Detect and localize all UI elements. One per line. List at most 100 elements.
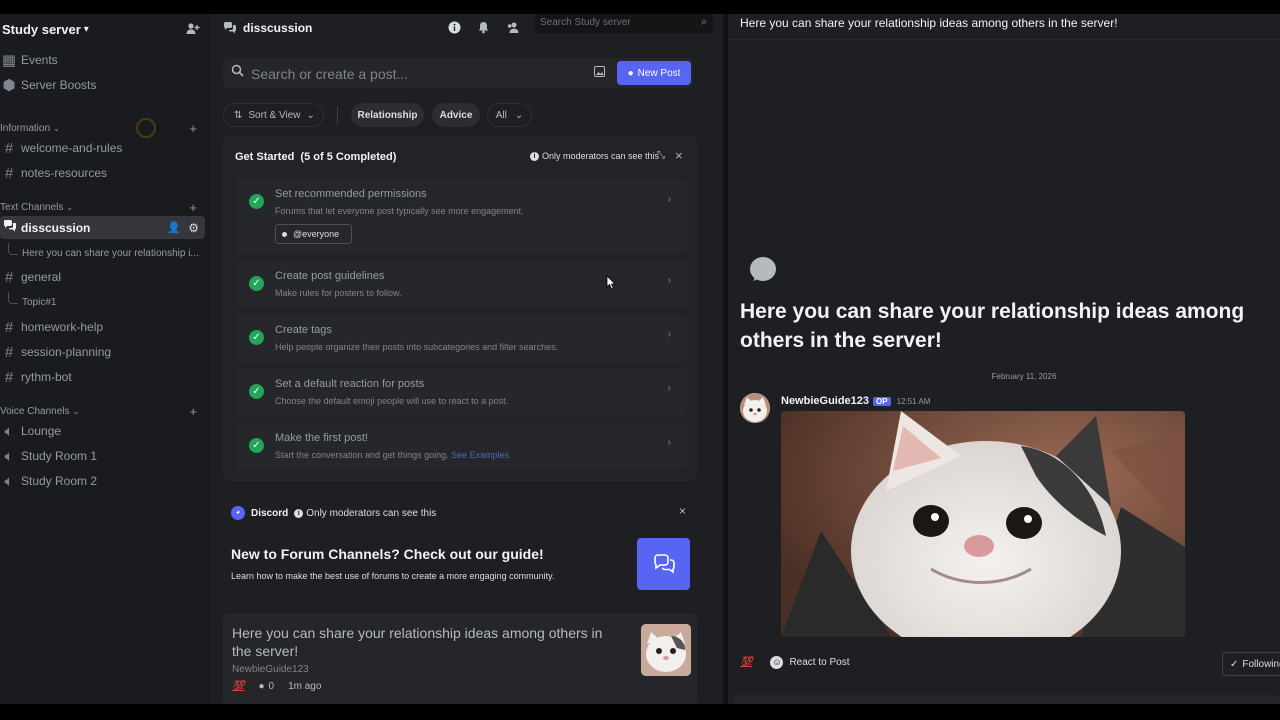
gear-icon[interactable]: ⚙ bbox=[188, 221, 199, 235]
forum-guide-illustration[interactable] bbox=[637, 538, 690, 590]
chat-bubble-icon: ● bbox=[258, 681, 265, 692]
post-thumbnail bbox=[641, 624, 691, 676]
sidebar-thread-relationship[interactable]: Here you can share your relationship i..… bbox=[8, 243, 204, 263]
add-channel-icon[interactable]: + bbox=[189, 121, 197, 136]
chevron-down-icon: ⌄ bbox=[66, 202, 74, 212]
message-composer-edge[interactable] bbox=[734, 695, 1280, 704]
category-information[interactable]: Information ⌄ + bbox=[0, 120, 205, 136]
step-tags[interactable]: ✓ Create tags Help people organize their… bbox=[235, 315, 687, 362]
guide-title: New to Forum Channels? Check out our gui… bbox=[231, 546, 544, 562]
tag-label: Advice bbox=[439, 109, 473, 121]
sidebar-item-label: Study Room 2 bbox=[21, 474, 98, 488]
add-channel-icon[interactable]: + bbox=[189, 404, 197, 419]
member-list-icon[interactable] bbox=[506, 21, 520, 37]
hashtag-icon: # bbox=[4, 268, 14, 286]
step-desc: Make rules for posters to follow. bbox=[275, 288, 402, 298]
info-icon: i bbox=[530, 151, 539, 161]
sidebar-item-server-boosts[interactable]: ⬢ Server Boosts bbox=[0, 74, 205, 96]
forum-post-card[interactable]: Here you can share your relationship ide… bbox=[223, 614, 697, 704]
message-time: 12:51 AM bbox=[896, 396, 931, 406]
sidebar-item-homework-help[interactable]: # homework-help bbox=[0, 316, 205, 338]
bottom-black-strip bbox=[0, 704, 1280, 720]
close-icon[interactable]: × bbox=[675, 148, 683, 163]
see-examples-link[interactable]: See Examples bbox=[451, 450, 509, 460]
category-text-channels[interactable]: Text Channels ⌄ + bbox=[0, 199, 205, 215]
following-button[interactable]: ✓ Following bbox=[1222, 652, 1280, 676]
sort-view-button[interactable]: ⇅ Sort & View ⌄ bbox=[223, 103, 324, 127]
message-author[interactable]: NewbieGuide123 bbox=[781, 395, 869, 407]
react-to-post-button[interactable]: ☺ React to Post bbox=[770, 656, 849, 669]
chevron-right-icon: › bbox=[667, 194, 671, 205]
sidebar-item-label: homework-help bbox=[21, 320, 104, 334]
calendar-icon: ▦ bbox=[1, 52, 17, 69]
category-label: Text Channels bbox=[0, 201, 64, 213]
sidebar-item-rythm-bot[interactable]: # rythm-bot bbox=[0, 366, 205, 388]
sidebar-item-disscussion[interactable]: disscussion 👤 ⚙ bbox=[0, 216, 205, 239]
sidebar-item-notes-resources[interactable]: # notes-resources bbox=[0, 162, 205, 184]
message-image-cat[interactable] bbox=[781, 411, 1185, 637]
sidebar-item-lounge[interactable]: 🔈︎ Lounge bbox=[0, 420, 205, 442]
chevron-down-icon: ⌄ bbox=[306, 109, 315, 121]
check-icon: ✓ bbox=[249, 384, 264, 399]
step-first-post[interactable]: ✓ Make the first post! Start the convers… bbox=[235, 423, 687, 470]
chevron-down-icon: ⌄ bbox=[53, 123, 60, 133]
boost-icon: ⬢ bbox=[2, 77, 16, 94]
step-permissions[interactable]: ✓ Set recommended permissions Forums tha… bbox=[235, 179, 687, 254]
thread-header-title: Here you can share your relationship ide… bbox=[740, 16, 1118, 30]
server-header[interactable]: Study server ▾ bbox=[0, 14, 210, 44]
invite-people-icon[interactable] bbox=[186, 22, 202, 38]
info-icon[interactable] bbox=[448, 21, 461, 37]
server-search-placeholder: Search Study server bbox=[540, 17, 631, 28]
sidebar-item-study-room-2[interactable]: 🔈︎ Study Room 2 bbox=[0, 470, 205, 492]
tag-label: All bbox=[495, 109, 507, 121]
step-guidelines[interactable]: ✓ Create post guidelines Make rules for … bbox=[235, 261, 687, 308]
hashtag-icon: # bbox=[4, 139, 14, 157]
tag-relationship[interactable]: Relationship bbox=[351, 103, 424, 127]
search-icon bbox=[231, 64, 244, 80]
sort-view-label: Sort & View bbox=[248, 109, 301, 121]
tag-all-dropdown[interactable]: All ⌄ bbox=[487, 103, 532, 127]
collapse-icon[interactable]: ⤡ bbox=[657, 150, 665, 161]
discord-app: Study server ▾ ▦ Events ⬢ Server Boosts … bbox=[0, 14, 1280, 704]
header-divider bbox=[728, 39, 1280, 40]
search-icon: ⌕ bbox=[700, 16, 707, 28]
new-post-button[interactable]: ● New Post bbox=[617, 61, 691, 85]
bell-icon[interactable] bbox=[477, 21, 490, 37]
invite-people-icon[interactable]: 👤 bbox=[167, 221, 181, 234]
sidebar-item-welcome-and-rules[interactable]: # welcome-and-rules bbox=[0, 137, 205, 159]
tag-advice[interactable]: Advice bbox=[432, 103, 480, 127]
sidebar-item-label: notes-resources bbox=[21, 166, 108, 180]
channel-title: disscussion bbox=[243, 21, 313, 35]
sidebar-item-general[interactable]: # general bbox=[0, 266, 205, 288]
speaker-icon: 🔈︎ bbox=[4, 447, 14, 465]
op-badge: OP bbox=[873, 396, 891, 406]
following-label: Following bbox=[1242, 658, 1280, 670]
sidebar-thread-topic1[interactable]: Topic#1 bbox=[8, 292, 204, 312]
hashtag-icon: # bbox=[4, 164, 14, 182]
close-icon[interactable]: × bbox=[679, 504, 686, 518]
add-channel-icon[interactable]: + bbox=[189, 200, 197, 215]
avatar[interactable] bbox=[740, 393, 770, 423]
step-default-reaction[interactable]: ✓ Set a default reaction for posts Choos… bbox=[235, 369, 687, 416]
sidebar-item-events[interactable]: ▦ Events bbox=[0, 49, 205, 71]
guide-desc: Learn how to make the best use of forums… bbox=[231, 571, 555, 581]
check-icon: ✓ bbox=[249, 276, 264, 291]
speaker-icon: 🔈︎ bbox=[4, 472, 14, 490]
image-icon[interactable] bbox=[594, 66, 605, 80]
forum-guide-card: ◕ Discord i Only moderators can see this… bbox=[223, 498, 697, 598]
category-voice-channels[interactable]: Voice Channels ⌄ + bbox=[0, 403, 205, 419]
get-started-title: Get Started (5 of 5 Completed) bbox=[235, 151, 397, 163]
server-search-input[interactable]: Search Study server ⌕ bbox=[535, 14, 713, 33]
sidebar-item-label: Lounge bbox=[21, 424, 62, 438]
hundred-points-reaction[interactable]: 💯 bbox=[232, 681, 244, 692]
step-desc: Help people organize their posts into su… bbox=[275, 342, 559, 352]
tag-separator bbox=[337, 106, 338, 124]
sidebar-item-study-room-1[interactable]: 🔈︎ Study Room 1 bbox=[0, 445, 205, 467]
sidebar-item-label: general bbox=[21, 270, 62, 284]
sidebar-item-session-planning[interactable]: # session-planning bbox=[0, 341, 205, 363]
hundred-points-reaction[interactable]: 💯 bbox=[740, 657, 752, 668]
thread-actions: 💯 ☺ React to Post bbox=[740, 656, 849, 669]
moderator-note: i Only moderators can see this bbox=[294, 508, 436, 519]
chat-bubble-icon: ● bbox=[627, 67, 634, 79]
everyone-chip[interactable]: @everyone bbox=[275, 224, 352, 244]
